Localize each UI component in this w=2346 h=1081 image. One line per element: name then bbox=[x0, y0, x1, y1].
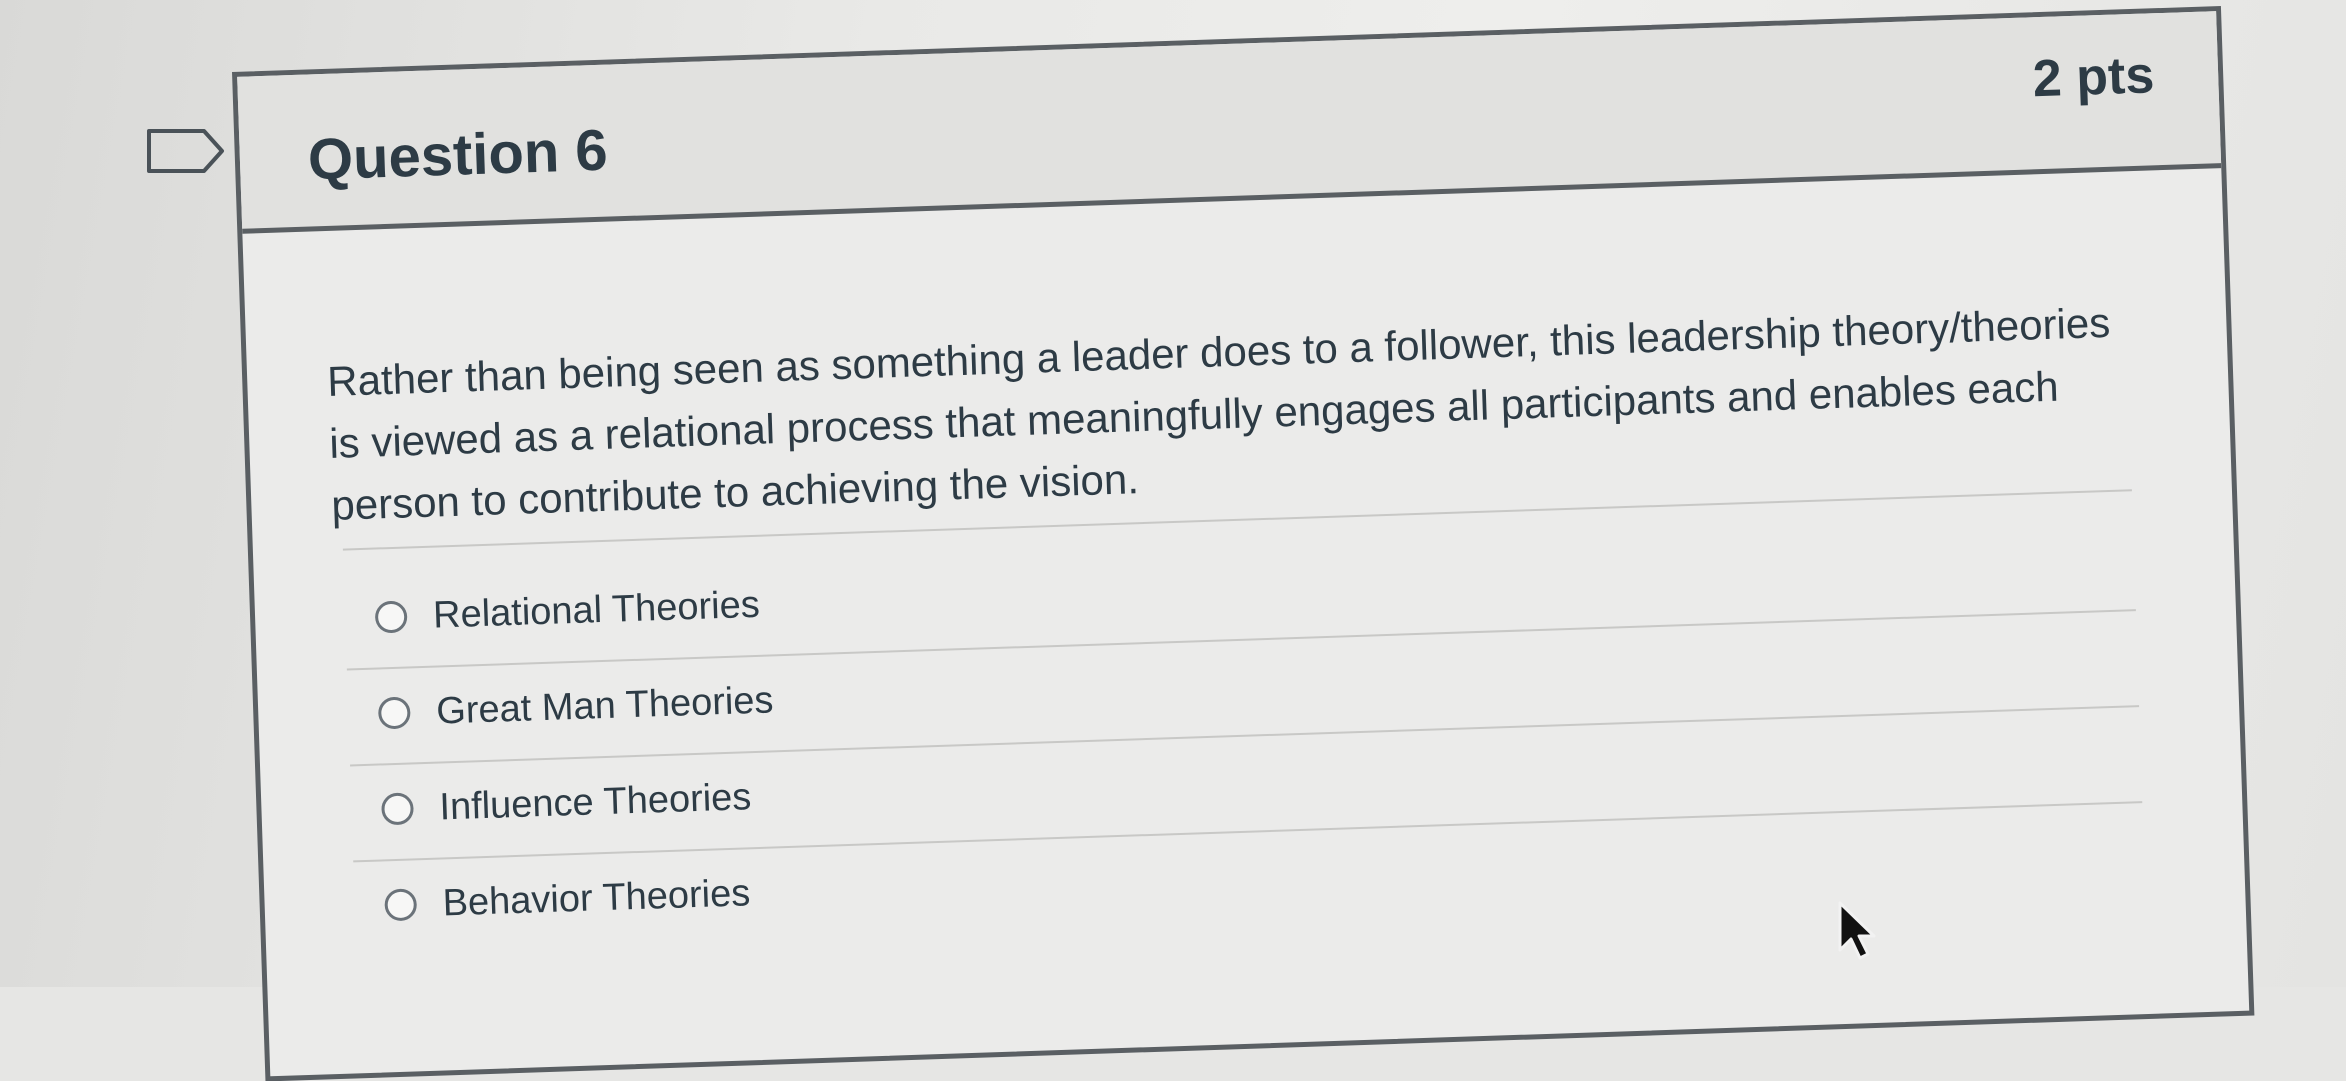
answer-option[interactable]: Relational Theories bbox=[374, 575, 760, 648]
answer-option[interactable]: Behavior Theories bbox=[384, 863, 751, 935]
radio-button[interactable] bbox=[381, 792, 415, 826]
question-points: 2 pts bbox=[2031, 46, 2156, 109]
answer-option[interactable]: Great Man Theories bbox=[377, 670, 774, 743]
answer-label: Great Man Theories bbox=[435, 678, 775, 733]
question-header: Question 6 2 pts bbox=[237, 11, 2222, 234]
question-card: Question 6 2 pts Rather than being seen … bbox=[232, 6, 2255, 1081]
radio-button[interactable] bbox=[377, 696, 411, 730]
screen: Question 6 2 pts Rather than being seen … bbox=[0, 0, 2346, 1081]
answer-option[interactable]: Influence Theories bbox=[381, 767, 753, 839]
radio-button[interactable] bbox=[374, 600, 408, 634]
radio-button[interactable] bbox=[384, 888, 418, 922]
answer-label: Behavior Theories bbox=[441, 871, 751, 924]
answer-label: Influence Theories bbox=[438, 775, 752, 829]
bookmark-flag-icon[interactable] bbox=[146, 128, 226, 174]
mouse-pointer-icon bbox=[1838, 901, 1876, 960]
answer-label: Relational Theories bbox=[432, 583, 761, 637]
question-title: Question 6 bbox=[306, 117, 609, 193]
